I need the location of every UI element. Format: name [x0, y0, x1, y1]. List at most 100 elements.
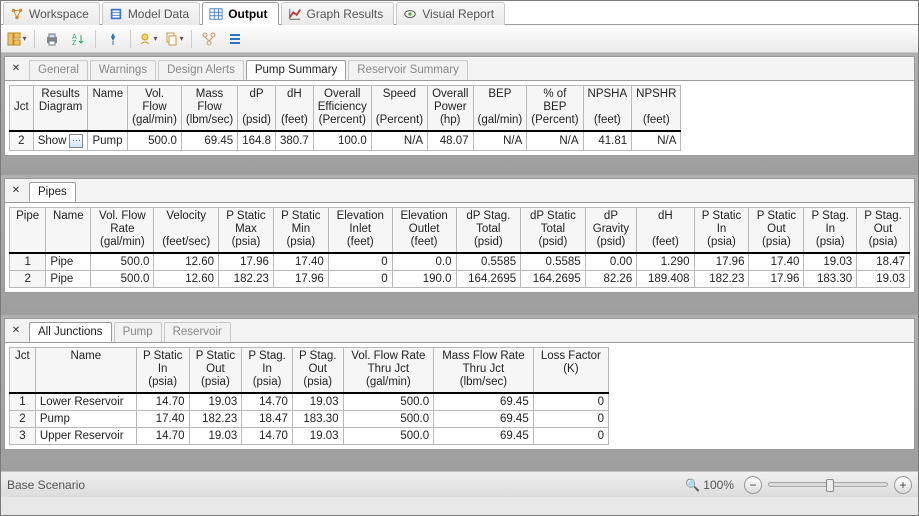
col-pctbep[interactable]: % ofBEP(Percent): [527, 86, 583, 131]
col-header[interactable]: Name: [35, 348, 136, 393]
col-header[interactable]: Vol. FlowRate(gal/min): [91, 208, 154, 253]
pipes-panel: ✕ Pipes PipeNameVol. FlowRate(gal/min)Ve…: [4, 178, 915, 293]
col-npsha[interactable]: NPSHA(feet): [583, 86, 632, 131]
col-header[interactable]: Velocity(feet/sec): [154, 208, 219, 253]
subtab-reservoir-summary[interactable]: Reservoir Summary: [348, 60, 468, 80]
zoom-out-button[interactable]: −: [744, 476, 762, 494]
zoom-handle[interactable]: [826, 479, 834, 492]
tab-visual-report[interactable]: Visual Report: [396, 2, 505, 25]
col-header[interactable]: Loss Factor(K): [533, 348, 608, 393]
table-row[interactable]: 2Pump17.40182.2318.47183.30500.069.450: [10, 410, 609, 427]
flow-button[interactable]: [197, 28, 221, 50]
col-header[interactable]: P Stag.In(psia): [242, 348, 293, 393]
col-volflow[interactable]: Vol.Flow(gal/min): [128, 86, 182, 131]
col-results-diagram[interactable]: ResultsDiagram: [33, 86, 88, 131]
collapse-button[interactable]: ✕: [7, 321, 25, 341]
tab-label: Output: [228, 7, 267, 21]
col-header[interactable]: P StaticIn(psia): [136, 348, 189, 393]
table-row[interactable]: 1Pipe500.012.6017.9617.4000.00.55850.558…: [10, 253, 910, 271]
filter-button[interactable]: ▾: [136, 28, 160, 50]
collapse-button[interactable]: ✕: [7, 181, 25, 201]
chevron-down-icon: ▾: [153, 34, 157, 43]
separator: [34, 30, 35, 48]
zoom-value: 100%: [703, 478, 734, 492]
subtab-warnings[interactable]: Warnings: [90, 60, 156, 80]
subtab-jct-reservoir[interactable]: Reservoir: [164, 322, 231, 342]
main-tab-bar: Workspace Model Data Output Graph Result…: [1, 1, 918, 25]
separator: [191, 30, 192, 48]
col-header[interactable]: Vol. Flow RateThru Jct(gal/min): [343, 348, 434, 393]
col-bep[interactable]: BEP(gal/min): [473, 86, 527, 131]
collapse-button[interactable]: ✕: [7, 59, 25, 79]
col-header[interactable]: ElevationInlet(feet): [328, 208, 392, 253]
separator: [95, 30, 96, 48]
table-row[interactable]: 1Lower Reservoir14.7019.0314.7019.03500.…: [10, 393, 609, 411]
col-header[interactable]: ElevationOutlet(feet): [392, 208, 456, 253]
col-npshr[interactable]: NPSHR(feet): [632, 86, 681, 131]
copy-button[interactable]: ▾: [162, 28, 186, 50]
pump-summary-panel: ✕ General Warnings Design Alerts Pump Su…: [4, 56, 915, 156]
col-speed[interactable]: Speed(Percent): [371, 86, 427, 131]
col-jct[interactable]: Jct: [10, 86, 34, 131]
col-header[interactable]: Name: [46, 208, 91, 253]
junctions-panel-area: ✕ All Junctions Pump Reservoir JctNameP …: [1, 315, 918, 471]
model-data-icon: [109, 7, 123, 21]
tab-workspace[interactable]: Workspace: [3, 2, 100, 25]
pump-summary-grid[interactable]: Jct ResultsDiagram Name Vol.Flow(gal/min…: [9, 85, 681, 151]
col-massflow[interactable]: MassFlow(lbm/sec): [181, 86, 237, 131]
col-header[interactable]: P StaticIn(psia): [694, 208, 749, 253]
pipes-grid[interactable]: PipeNameVol. FlowRate(gal/min)Velocity(f…: [9, 207, 910, 288]
col-header[interactable]: P StaticOut(psia): [749, 208, 804, 253]
col-header[interactable]: P Stag.Out(psia): [292, 348, 343, 393]
col-header[interactable]: P StaticMax(psia): [219, 208, 274, 253]
list-button[interactable]: [223, 28, 247, 50]
col-header[interactable]: dH(feet): [637, 208, 694, 253]
table-row[interactable]: 2 Show ⋯ Pump 500.0 69.45 164.8 380.7 10: [10, 131, 681, 151]
col-dp[interactable]: dP(psid): [238, 86, 276, 131]
subtab-all-junctions[interactable]: All Junctions: [29, 322, 112, 342]
subtab-design-alerts[interactable]: Design Alerts: [158, 60, 244, 80]
visual-report-icon: [403, 7, 417, 21]
scenario-label: Base Scenario: [7, 478, 85, 492]
subtab-pump-summary[interactable]: Pump Summary: [246, 60, 346, 80]
col-header[interactable]: P Stag.Out(psia): [857, 208, 910, 253]
print-button[interactable]: [40, 28, 64, 50]
tab-graph-results[interactable]: Graph Results: [281, 2, 395, 25]
col-name[interactable]: Name: [88, 86, 128, 131]
col-dh[interactable]: dH(feet): [275, 86, 313, 131]
col-header[interactable]: Mass Flow RateThru Jct(lbm/sec): [434, 348, 534, 393]
col-header[interactable]: P StaticMin(psia): [273, 208, 328, 253]
col-header[interactable]: Jct: [10, 348, 36, 393]
tab-label: Visual Report: [422, 7, 494, 21]
col-header[interactable]: Pipe: [10, 208, 46, 253]
col-header[interactable]: P StaticOut(psia): [189, 348, 242, 393]
table-row[interactable]: 2Pipe500.012.60182.2317.960190.0164.2695…: [10, 270, 910, 287]
show-diagram-button[interactable]: ⋯: [69, 134, 83, 148]
tab-model-data[interactable]: Model Data: [102, 2, 200, 25]
col-header[interactable]: dP StaticTotal(psid): [521, 208, 586, 253]
col-header[interactable]: P Stag.In(psia): [804, 208, 857, 253]
layout-button[interactable]: ▾: [5, 28, 29, 50]
subtab-pipes[interactable]: Pipes: [29, 182, 76, 202]
chevron-down-icon: ▾: [22, 34, 26, 43]
tab-label: Graph Results: [307, 7, 384, 21]
workspace-icon: [10, 7, 24, 21]
output-icon: [209, 7, 223, 21]
col-power[interactable]: OverallPower(hp): [428, 86, 473, 131]
table-row[interactable]: 3Upper Reservoir14.7019.0314.7019.03500.…: [10, 427, 609, 444]
col-header[interactable]: dPGravity(psid): [585, 208, 637, 253]
subtab-general[interactable]: General: [29, 60, 88, 80]
zoom-slider[interactable]: [768, 482, 888, 487]
sort-button[interactable]: AZ: [66, 28, 90, 50]
subtab-jct-pump[interactable]: Pump: [114, 322, 162, 342]
show-diagram-label: Show: [38, 135, 67, 147]
col-header[interactable]: dP Stag.Total(psid): [456, 208, 521, 253]
zoom-in-button[interactable]: +: [894, 476, 912, 494]
pin-button[interactable]: [101, 28, 125, 50]
junctions-grid[interactable]: JctNameP StaticIn(psia)P StaticOut(psia)…: [9, 347, 609, 445]
pump-panel-area: ✕ General Warnings Design Alerts Pump Su…: [1, 53, 918, 175]
col-efficiency[interactable]: OverallEfficiency(Percent): [313, 86, 371, 131]
tab-output[interactable]: Output: [202, 2, 278, 25]
chevron-down-icon: ▾: [179, 34, 183, 43]
pipes-panel-area: ✕ Pipes PipeNameVol. FlowRate(gal/min)Ve…: [1, 175, 918, 315]
